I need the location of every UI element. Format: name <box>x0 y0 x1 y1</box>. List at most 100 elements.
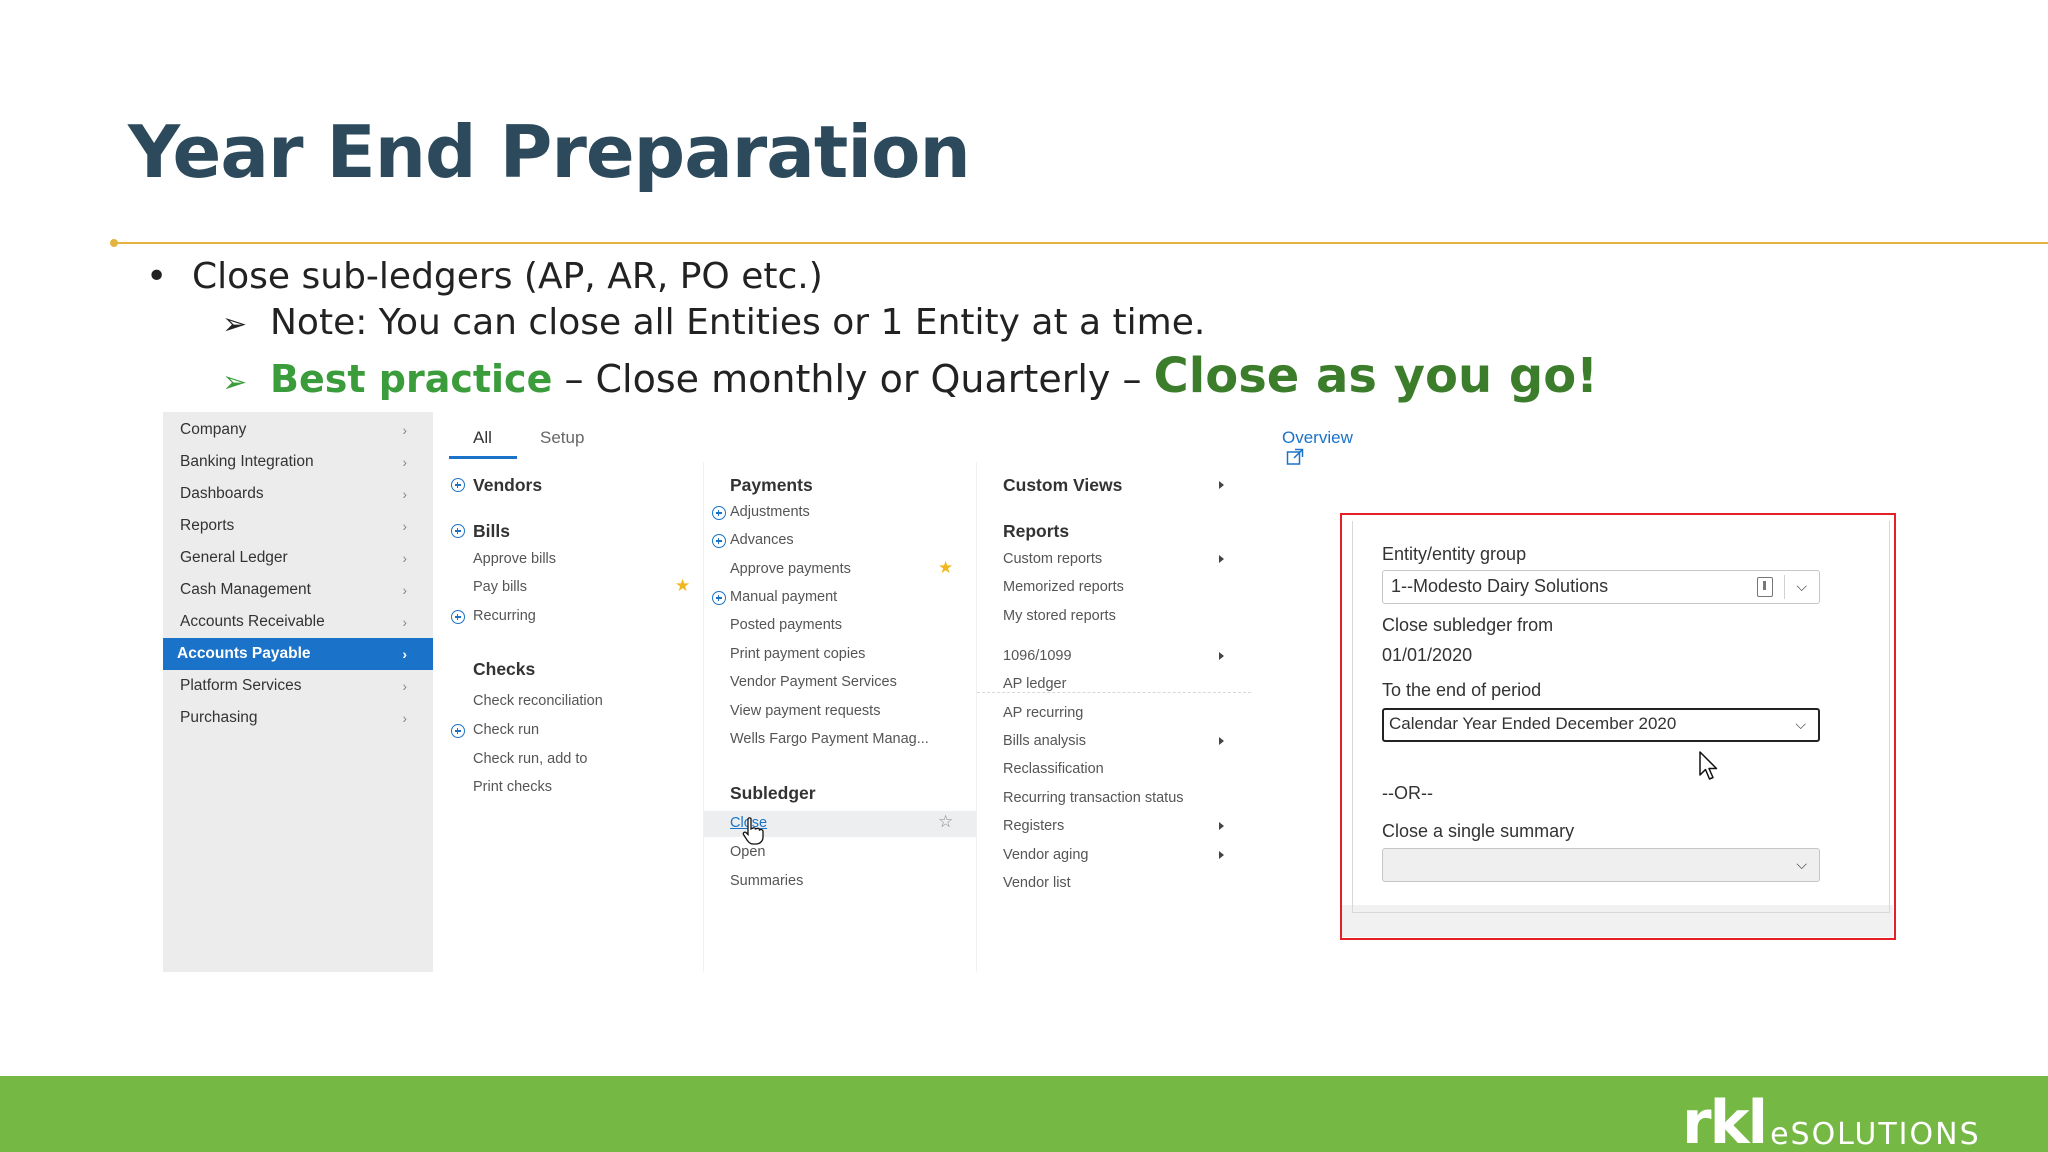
menu-view-payment-requests[interactable]: View payment requests <box>730 703 880 719</box>
sidebar-item-label: Banking Integration <box>180 453 314 470</box>
menu-vendor-payment-services[interactable]: Vendor Payment Services <box>730 674 897 690</box>
menu-subledger[interactable]: Subledger <box>730 783 816 804</box>
entity-lookup-icon[interactable] <box>1757 577 1773 597</box>
sidebar-item-reports[interactable]: Reports › <box>163 510 433 542</box>
chevron-down-icon[interactable]: ⌵ <box>1796 571 1807 602</box>
menu-memorized-reports[interactable]: Memorized reports <box>1003 579 1124 595</box>
single-summary-select[interactable]: ⌵ <box>1382 848 1820 882</box>
menu-custom-views[interactable]: Custom Views <box>1003 475 1122 496</box>
menu-recurring-transaction-status[interactable]: Recurring transaction status <box>1003 790 1184 806</box>
menu-adjustments[interactable]: Adjustments <box>730 504 810 520</box>
menu-my-stored-reports[interactable]: My stored reports <box>1003 608 1116 624</box>
menu-approve-payments[interactable]: Approve payments <box>730 561 851 577</box>
sidebar-item-general-ledger[interactable]: General Ledger › <box>163 542 433 574</box>
add-bill-icon[interactable] <box>451 524 465 538</box>
close-subledger-panel: Entity/entity group 1--Modesto Dairy Sol… <box>1340 513 1896 940</box>
add-manual-payment-icon[interactable] <box>712 591 726 605</box>
menu-pay-bills[interactable]: Pay bills <box>473 579 527 595</box>
star-filled-icon[interactable]: ★ <box>675 576 690 596</box>
menu-vendor-list[interactable]: Vendor list <box>1003 875 1071 891</box>
sidebar-item-banking-integration[interactable]: Banking Integration › <box>163 446 433 478</box>
menu-print-payment-copies[interactable]: Print payment copies <box>730 646 865 662</box>
title-rule <box>112 242 2048 244</box>
menu-registers[interactable]: Registers <box>1003 818 1064 834</box>
sidebar-item-accounts-payable[interactable]: Accounts Payable › <box>163 638 433 670</box>
chevron-right-icon: › <box>402 518 407 534</box>
bullet-text: Close sub-ledgers (AP, AR, PO etc.) <box>192 256 823 297</box>
menu-tabs: All Setup Overview <box>449 412 1353 465</box>
menu-check-run[interactable]: Check run <box>473 722 539 738</box>
sidebar-item-label: Platform Services <box>180 677 302 694</box>
bullet-dot: • <box>146 256 168 297</box>
menu-vendor-aging[interactable]: Vendor aging <box>1003 847 1088 863</box>
sidebar-item-cash-management[interactable]: Cash Management › <box>163 574 433 606</box>
menu-vendors[interactable]: Vendors <box>473 475 542 496</box>
menu-wells-fargo-payment-manager[interactable]: Wells Fargo Payment Manag... <box>730 731 929 747</box>
add-recurring-icon[interactable] <box>451 610 465 624</box>
tab-setup[interactable]: Setup <box>540 428 584 448</box>
add-advance-icon[interactable] <box>712 534 726 548</box>
sidebar-item-dashboards[interactable]: Dashboards › <box>163 478 433 510</box>
menu-ap-recurring[interactable]: AP recurring <box>1003 705 1083 721</box>
menu-approve-bills[interactable]: Approve bills <box>473 551 556 567</box>
sidebar-item-label: Purchasing <box>180 709 258 726</box>
chevron-right-icon: › <box>402 710 407 726</box>
or-divider-text: --OR-- <box>1382 783 1433 803</box>
sidebar-item-accounts-receivable[interactable]: Accounts Receivable › <box>163 606 433 638</box>
menu-ap-ledger[interactable]: AP ledger <box>1003 676 1066 692</box>
logo-subtext: eSOLUTIONS <box>1770 1117 1981 1152</box>
menu-open-subledger[interactable]: Open <box>730 844 765 860</box>
sidebar-item-platform-services[interactable]: Platform Services › <box>163 670 433 702</box>
menu-posted-payments[interactable]: Posted payments <box>730 617 842 633</box>
chevron-right-icon: › <box>402 646 407 662</box>
menu-checks[interactable]: Checks <box>473 659 535 680</box>
caret-right-icon <box>1219 851 1224 859</box>
menu-payments[interactable]: Payments <box>730 475 813 496</box>
entity-group-select[interactable]: 1--Modesto Dairy Solutions ⌵ <box>1382 570 1820 604</box>
close-from-label: Close subledger from <box>1382 615 1554 635</box>
menu-recurring[interactable]: Recurring <box>473 608 536 624</box>
chevron-right-icon: › <box>402 486 407 502</box>
sidebar-item-label: Reports <box>180 517 235 534</box>
menu-summaries[interactable]: Summaries <box>730 873 803 889</box>
menu-manual-payment[interactable]: Manual payment <box>730 589 837 605</box>
entity-group-label: Entity/entity group <box>1382 544 1527 564</box>
caret-right-icon <box>1219 737 1224 745</box>
sidebar-item-label: Accounts Payable <box>177 645 311 662</box>
best-practice-label: Best practice <box>270 357 553 401</box>
sidebar-item-label: Cash Management <box>180 581 311 598</box>
sidebar-item-label: Company <box>180 421 247 438</box>
bullet-best-practice: ➢ Best practice – Close monthly or Quarte… <box>222 348 1598 404</box>
menu-bills[interactable]: Bills <box>473 521 510 542</box>
chevron-down-icon[interactable]: ⌵ <box>1796 849 1807 880</box>
menu-custom-reports[interactable]: Custom reports <box>1003 551 1102 567</box>
pointer-cursor-icon <box>1699 751 1718 780</box>
star-filled-icon[interactable]: ★ <box>938 558 953 578</box>
menu-check-run-add-to[interactable]: Check run, add to <box>473 751 587 767</box>
add-vendor-icon[interactable] <box>451 478 465 492</box>
menu-print-checks[interactable]: Print checks <box>473 779 552 795</box>
sidebar-item-label: Dashboards <box>180 485 264 502</box>
end-period-select[interactable]: Calendar Year Ended December 2020 ⌵ <box>1382 708 1820 742</box>
sidebar-item-company[interactable]: Company › <box>163 414 433 446</box>
tab-all[interactable]: All <box>473 428 492 448</box>
chevron-down-icon[interactable]: ⌵ <box>1795 710 1806 738</box>
menu-bills-analysis[interactable]: Bills analysis <box>1003 733 1086 749</box>
chevron-right-icon: › <box>402 678 407 694</box>
add-adjustment-icon[interactable] <box>712 506 726 520</box>
best-practice-text: – Close monthly or Quarterly – <box>552 357 1154 401</box>
add-check-run-icon[interactable] <box>451 724 465 738</box>
note-text: Note: You can close all Entities or 1 En… <box>270 302 1206 343</box>
star-outline-icon[interactable]: ☆ <box>938 812 953 832</box>
overview-link[interactable]: Overview <box>1282 428 1353 469</box>
caret-right-icon <box>1219 555 1224 563</box>
hand-cursor-icon <box>742 817 764 845</box>
menu-reports[interactable]: Reports <box>1003 521 1069 542</box>
sidebar-item-purchasing[interactable]: Purchasing › <box>163 702 433 734</box>
menu-1096-1099[interactable]: 1096/1099 <box>1003 648 1072 664</box>
chevron-right-icon: › <box>402 582 407 598</box>
menu-check-reconciliation[interactable]: Check reconciliation <box>473 693 603 709</box>
menu-reclassification[interactable]: Reclassification <box>1003 761 1104 777</box>
sidebar-item-label: General Ledger <box>180 549 288 566</box>
menu-advances[interactable]: Advances <box>730 532 794 548</box>
